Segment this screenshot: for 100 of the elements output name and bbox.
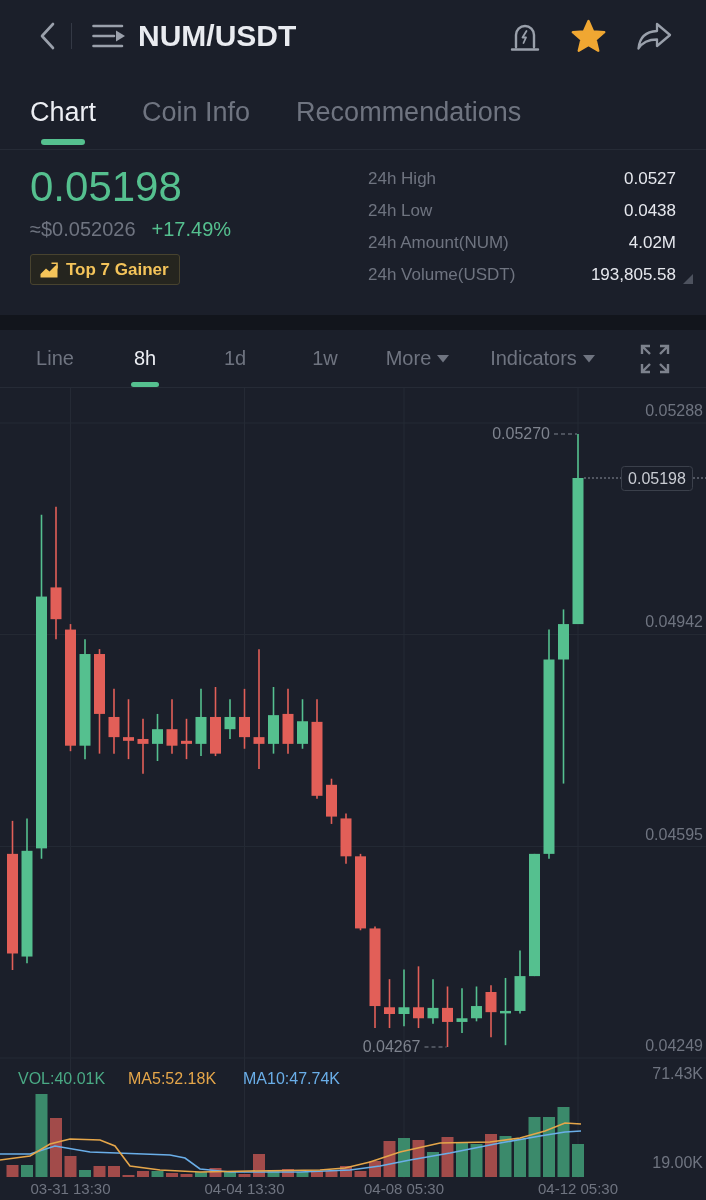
- candle: [123, 698, 134, 760]
- interval-tab[interactable]: 8h: [127, 330, 163, 387]
- caret-icon: [582, 354, 595, 363]
- menu-button[interactable]: [92, 22, 126, 49]
- leader-line: [423, 1046, 448, 1048]
- last-price: 0.05198: [30, 163, 182, 211]
- volume-bar: [543, 1117, 555, 1177]
- volume-bar: [572, 1144, 584, 1177]
- volume-bar: [557, 1107, 570, 1177]
- volume-bar: [383, 1141, 396, 1177]
- stat-value: 193,805.58: [590, 265, 676, 285]
- volume-bar: [311, 1171, 323, 1177]
- volume-legend-label: VOL:40.01K: [18, 1070, 106, 1087]
- fullscreen-button[interactable]: [640, 343, 670, 374]
- candle: [514, 949, 526, 1015]
- volume-bar: [354, 1171, 367, 1177]
- back-icon: [38, 21, 56, 50]
- volume-bar: [427, 1152, 439, 1177]
- volume-bar: [282, 1169, 294, 1177]
- candle: [108, 688, 120, 755]
- candle: [471, 985, 482, 1023]
- dropdown-button[interactable]: Indicators: [484, 330, 601, 387]
- volume-bar: [398, 1138, 410, 1177]
- volume-bar: [412, 1140, 425, 1177]
- last-price-tag: 0.05198: [621, 466, 693, 491]
- candle: [195, 688, 207, 757]
- volume-bar: [470, 1144, 483, 1177]
- volume-bar: [93, 1166, 106, 1177]
- volume-bar: [325, 1171, 338, 1177]
- volume-bar: [514, 1139, 526, 1177]
- interval-tab[interactable]: Line: [30, 330, 80, 387]
- volume-legend-label: MA5:52.18K: [128, 1070, 217, 1087]
- menu-icon: [92, 22, 126, 49]
- candle: [427, 978, 439, 1025]
- price-axis-label: 0.04595: [645, 825, 703, 843]
- price-axis-label: 0.04249: [645, 1037, 703, 1054]
- tab[interactable]: Recommendations: [296, 75, 522, 149]
- price-change: +17.49%: [151, 217, 232, 242]
- candle: [297, 698, 308, 750]
- volume-bar: [195, 1172, 207, 1177]
- volume-bar: [296, 1172, 309, 1177]
- corner-triangle-icon: [683, 274, 693, 284]
- price-axis-label: 0.05288: [645, 402, 703, 419]
- candle: [500, 977, 511, 1046]
- volume-bar: [456, 1143, 468, 1177]
- interval-tab[interactable]: 1w: [306, 330, 344, 387]
- candle: [456, 987, 468, 1034]
- candle: [442, 985, 453, 1048]
- star-icon[interactable]: [571, 18, 606, 53]
- interval-tab[interactable]: 1d: [217, 330, 253, 387]
- share-button[interactable]: [636, 20, 672, 51]
- volume-bar: [267, 1170, 280, 1177]
- volume-bar: [108, 1166, 120, 1177]
- volume-bar: [151, 1171, 164, 1177]
- candle: [181, 718, 192, 760]
- candle: [210, 686, 221, 757]
- candle: [413, 965, 424, 1029]
- usd-price: ≈$0.052026: [30, 217, 136, 242]
- candle: [398, 968, 410, 1027]
- leader-line: [553, 433, 578, 435]
- volume-bar: [485, 1134, 497, 1177]
- volume-bar: [528, 1117, 541, 1177]
- time-axis-label: 04-08 05:30: [363, 1180, 445, 1197]
- candle: [326, 777, 337, 825]
- volume-bar: [340, 1166, 352, 1177]
- stat-value: 4.02M: [627, 233, 676, 253]
- expand-icon: [640, 343, 670, 374]
- volume-bar: [166, 1173, 178, 1177]
- volume-bar: [441, 1137, 454, 1177]
- rank-label: Top 7 Gainer: [66, 259, 169, 280]
- stat-value: 0.0527: [623, 169, 676, 189]
- stat-label: 24h Amount(NUM): [368, 233, 510, 253]
- back-button[interactable]: [38, 21, 56, 50]
- volume-bar: [21, 1165, 33, 1177]
- trend-up-icon: [40, 261, 58, 278]
- volume-bar: [137, 1171, 149, 1177]
- candle: [268, 686, 279, 755]
- candle: [384, 978, 395, 1029]
- low-price-label: 0.04267: [362, 1038, 421, 1055]
- tab[interactable]: Chart: [30, 75, 97, 149]
- volume-bar: [64, 1156, 77, 1177]
- stat-label: 24h High: [368, 169, 438, 189]
- high-price-label: 0.05270: [492, 425, 550, 442]
- candle: [224, 698, 236, 740]
- selected-indicator: [131, 382, 159, 387]
- dropdown-button[interactable]: More: [379, 330, 456, 387]
- candle: [166, 698, 178, 755]
- volume-bar: [499, 1136, 512, 1177]
- volume-bar: [209, 1168, 222, 1177]
- candle: [340, 812, 352, 865]
- price-axis-label: 0.04942: [645, 613, 703, 631]
- stat-label: 24h Low: [368, 201, 434, 221]
- volume-bar: [224, 1172, 236, 1177]
- share-icon: [636, 20, 672, 51]
- stat-value: 0.0438: [623, 201, 676, 221]
- tab[interactable]: Coin Info: [142, 75, 251, 149]
- time-axis-label: 03-31 13:30: [30, 1180, 111, 1197]
- time-axis-label: 04-12 05:30: [537, 1180, 619, 1197]
- volume-legend-label: MA10:47.74K: [243, 1070, 340, 1087]
- candle: [239, 688, 250, 750]
